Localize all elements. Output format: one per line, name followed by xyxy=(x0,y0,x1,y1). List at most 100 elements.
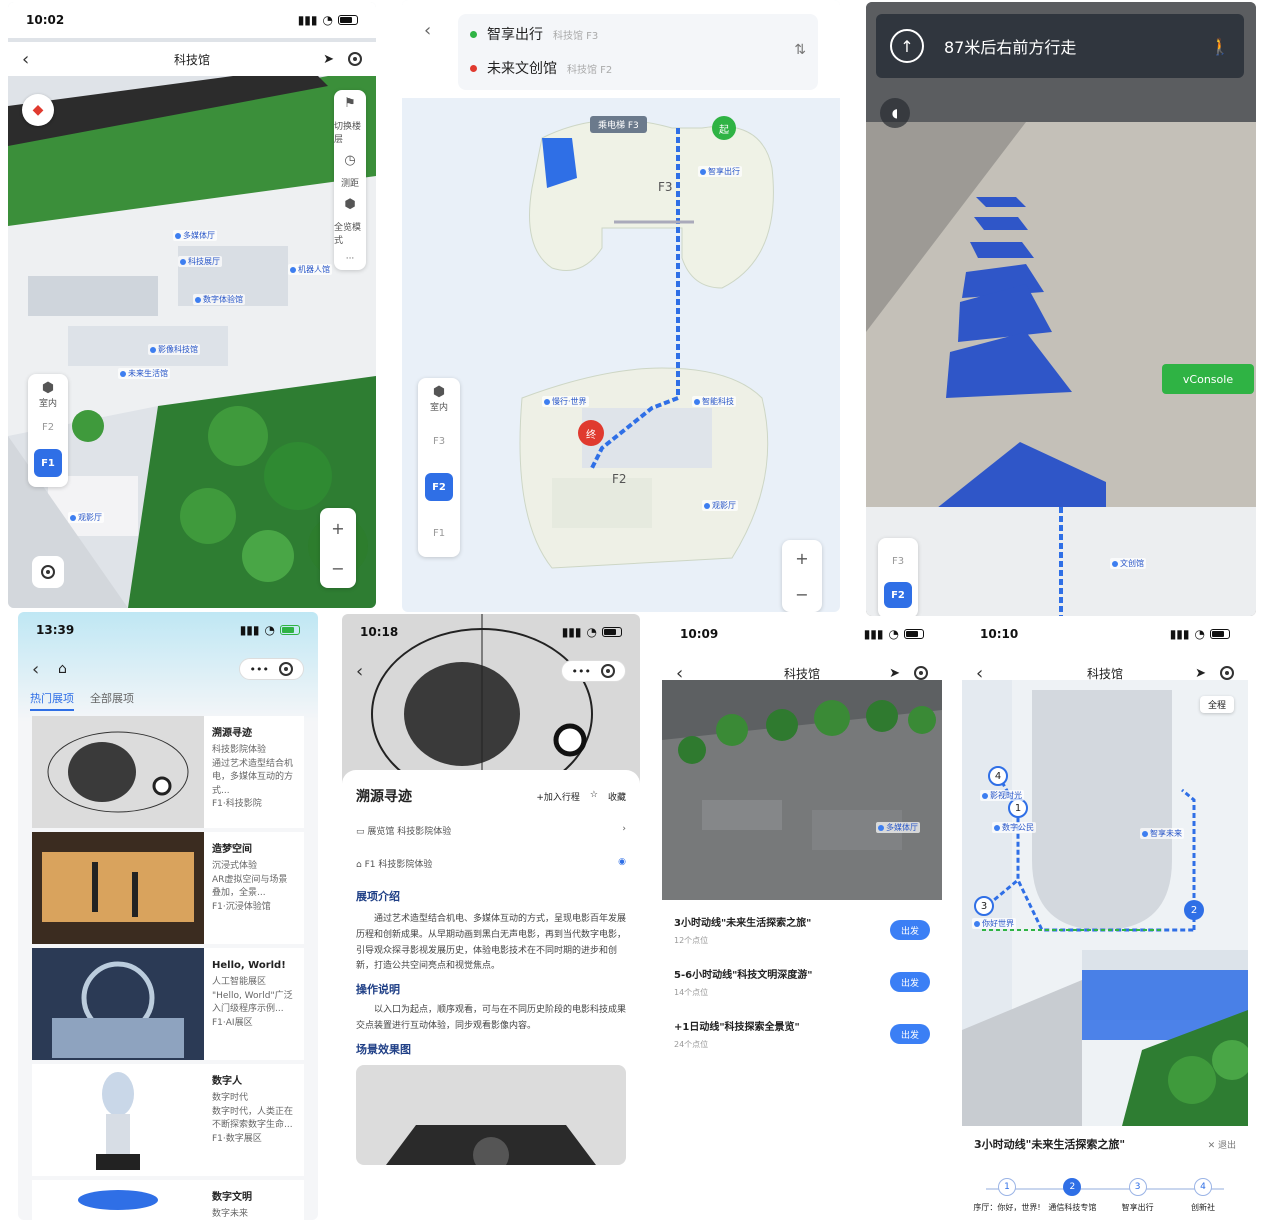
list-item[interactable]: 5-6小时动线"科技文明深度游" 14个点位 出发 xyxy=(662,966,942,1018)
close-icon[interactable]: ✕ xyxy=(1208,1141,1216,1151)
poi-label[interactable]: 文创馆 xyxy=(1110,558,1146,569)
list-item[interactable]: 数字文明 数字未来 xyxy=(32,1180,304,1220)
start-marker[interactable]: 起 xyxy=(712,116,736,140)
back-icon[interactable]: ‹ xyxy=(32,659,39,680)
floor-f1[interactable]: F1 xyxy=(425,519,453,547)
floor-row[interactable]: ⌂ F1 科技影院体验 ◉ xyxy=(356,857,626,870)
home-icon[interactable]: ⌂ xyxy=(58,661,67,677)
elevator-badge[interactable]: 乘电梯 F3 xyxy=(590,116,647,133)
poi-label[interactable]: 慢行·世界 xyxy=(542,396,589,407)
more-icon[interactable]: ··· xyxy=(346,254,355,264)
route-marker[interactable]: 4 xyxy=(988,766,1008,786)
floor-f3[interactable]: F3 xyxy=(884,548,912,574)
list-item[interactable]: 溯源寻迹 科技影院体验 通过艺术造型结合机电，多媒体互动的方式... F1·科技影院 xyxy=(32,716,304,828)
destination-label[interactable]: 未来文创馆 xyxy=(487,58,557,78)
poi-label[interactable]: 机器人馆 xyxy=(288,264,332,275)
zoom-in-button[interactable]: + xyxy=(331,519,344,538)
poi-label[interactable]: 未来生活馆 xyxy=(118,368,170,379)
route-go-button[interactable]: 出发 xyxy=(890,972,930,992)
locate-arrow-icon[interactable]: ➤ xyxy=(323,52,334,67)
star-icon[interactable]: ☆ xyxy=(590,790,598,803)
poi-label[interactable]: 数字体验馆 xyxy=(193,294,245,305)
floor-f1[interactable]: F1 xyxy=(34,449,62,477)
poi-label[interactable]: 多媒体厅 xyxy=(876,822,920,833)
poi-label[interactable]: 智享出行 xyxy=(698,166,742,177)
floor-f2[interactable]: F2 xyxy=(884,582,912,608)
zoom-out-button[interactable]: − xyxy=(331,559,344,578)
swap-icon[interactable]: ⇅ xyxy=(794,42,806,58)
capsule-menu[interactable]: ••• xyxy=(560,660,626,682)
target-icon[interactable] xyxy=(914,666,928,680)
capsule-menu[interactable]: ••• xyxy=(238,658,304,680)
poi-label[interactable]: 影视时光 xyxy=(980,790,1024,801)
list-item[interactable]: 数字人 数字时代 数字时代，人类正在不断探索数字生命... F1·数字展区 xyxy=(32,1064,304,1176)
target-icon[interactable] xyxy=(1220,666,1234,680)
compass-icon[interactable]: ◆ xyxy=(22,94,54,126)
vconsole-button[interactable]: vConsole xyxy=(1162,364,1254,394)
route-map-canvas[interactable] xyxy=(962,680,1248,1126)
route-map-canvas[interactable] xyxy=(402,98,840,612)
add-to-trip-button[interactable]: +加入行程 xyxy=(536,790,580,803)
overview-button[interactable]: 全程 xyxy=(1199,696,1234,713)
route-marker[interactable]: 1 xyxy=(1008,798,1028,818)
step-item[interactable]: 1 序厅：你好，世界! xyxy=(973,1178,1041,1213)
poi-label[interactable]: 智能科技 xyxy=(692,396,736,407)
screen-route-progress: 10:10 ▮▮▮ ◔ ‹ 科技馆 ➤ 全程 4 1 3 2 影视时光 数字公民 … xyxy=(962,616,1248,1220)
list-item[interactable]: 造梦空间 沉浸式体验 AR虚拟空间与场景叠加，全景... F1·沉浸体验馆 xyxy=(32,832,304,944)
end-marker[interactable]: 终 xyxy=(578,420,604,446)
tab-hot[interactable]: 热门展项 xyxy=(30,690,74,711)
cube-icon[interactable]: ⬢ xyxy=(344,197,355,212)
ruler-icon[interactable]: ◷ xyxy=(344,153,355,168)
nav-dot-icon[interactable]: ◉ xyxy=(618,857,626,870)
poi-label[interactable]: 观影厅 xyxy=(702,500,738,511)
sound-icon[interactable]: ◖ xyxy=(880,98,910,128)
route-marker[interactable]: 2 xyxy=(1184,900,1204,920)
item-meta: F1·科技影院 xyxy=(212,799,262,809)
back-icon[interactable]: ‹ xyxy=(424,20,431,41)
location-row[interactable]: ▭ 展览馆 科技影院体验 › xyxy=(356,824,626,837)
poi-label[interactable]: 数字公民 xyxy=(992,822,1036,833)
target-icon[interactable] xyxy=(279,662,293,676)
poi-label[interactable]: 智享未来 xyxy=(1140,828,1184,839)
locate-arrow-icon[interactable]: ➤ xyxy=(1195,666,1206,681)
target-icon[interactable] xyxy=(601,664,615,678)
step-item[interactable]: 3 智享出行 xyxy=(1107,1178,1169,1213)
back-icon[interactable]: ‹ xyxy=(676,663,683,684)
step-item[interactable]: 2 通信科技专馆 xyxy=(1041,1178,1103,1213)
flag-icon[interactable]: ⚑ xyxy=(344,96,356,111)
favorite-button[interactable]: 收藏 xyxy=(608,790,626,803)
route-go-button[interactable]: 出发 xyxy=(890,920,930,940)
poi-label[interactable]: 多媒体厅 xyxy=(173,230,217,241)
exit-route-button[interactable]: 退出 xyxy=(1218,1141,1236,1151)
item-desc: 通过艺术造型结合机电，多媒体互动的方式... xyxy=(212,758,294,796)
more-icon[interactable]: ••• xyxy=(572,665,591,678)
list-item[interactable]: Hello, World! 人工智能展区 "Hello, World"广泛入门级程序… xyxy=(32,948,304,1060)
map-3d-canvas[interactable] xyxy=(662,680,942,900)
route-marker[interactable]: 3 xyxy=(974,896,994,916)
list-item[interactable]: +1日动线"科技探索全景览" 24个点位 出发 xyxy=(662,1018,942,1070)
origin-label[interactable]: 智享出行 xyxy=(487,24,543,44)
target-icon[interactable] xyxy=(348,52,362,66)
back-icon[interactable]: ‹ xyxy=(976,663,983,684)
layers-icon[interactable]: ⬢ xyxy=(433,384,445,400)
zoom-in-button[interactable]: + xyxy=(795,549,808,568)
back-icon[interactable]: ‹ xyxy=(356,661,363,682)
back-icon[interactable]: ‹ xyxy=(22,49,29,70)
zoom-out-button[interactable]: − xyxy=(795,585,808,604)
floor-f2[interactable]: F2 xyxy=(34,413,62,441)
poi-label[interactable]: 你好世界 xyxy=(972,918,1016,929)
tab-all[interactable]: 全部展项 xyxy=(90,690,134,711)
list-item[interactable]: 3小时动线"未来生活探索之旅" 12个点位 出发 xyxy=(662,914,942,966)
layers-icon[interactable]: ⬢ xyxy=(42,380,54,396)
step-item[interactable]: 4 创新社 xyxy=(1172,1178,1234,1213)
route-go-button[interactable]: 出发 xyxy=(890,1024,930,1044)
floor-f3[interactable]: F3 xyxy=(425,427,453,455)
step-label: 智享出行 xyxy=(1121,1203,1154,1212)
floor-f2[interactable]: F2 xyxy=(425,473,453,501)
poi-label[interactable]: 影像科技馆 xyxy=(148,344,200,355)
more-icon[interactable]: ••• xyxy=(250,663,269,676)
poi-label[interactable]: 科技展厅 xyxy=(178,256,222,267)
locate-arrow-icon[interactable]: ➤ xyxy=(889,666,900,681)
poi-label[interactable]: 观影厅 xyxy=(68,512,104,523)
locate-button[interactable] xyxy=(32,556,64,588)
